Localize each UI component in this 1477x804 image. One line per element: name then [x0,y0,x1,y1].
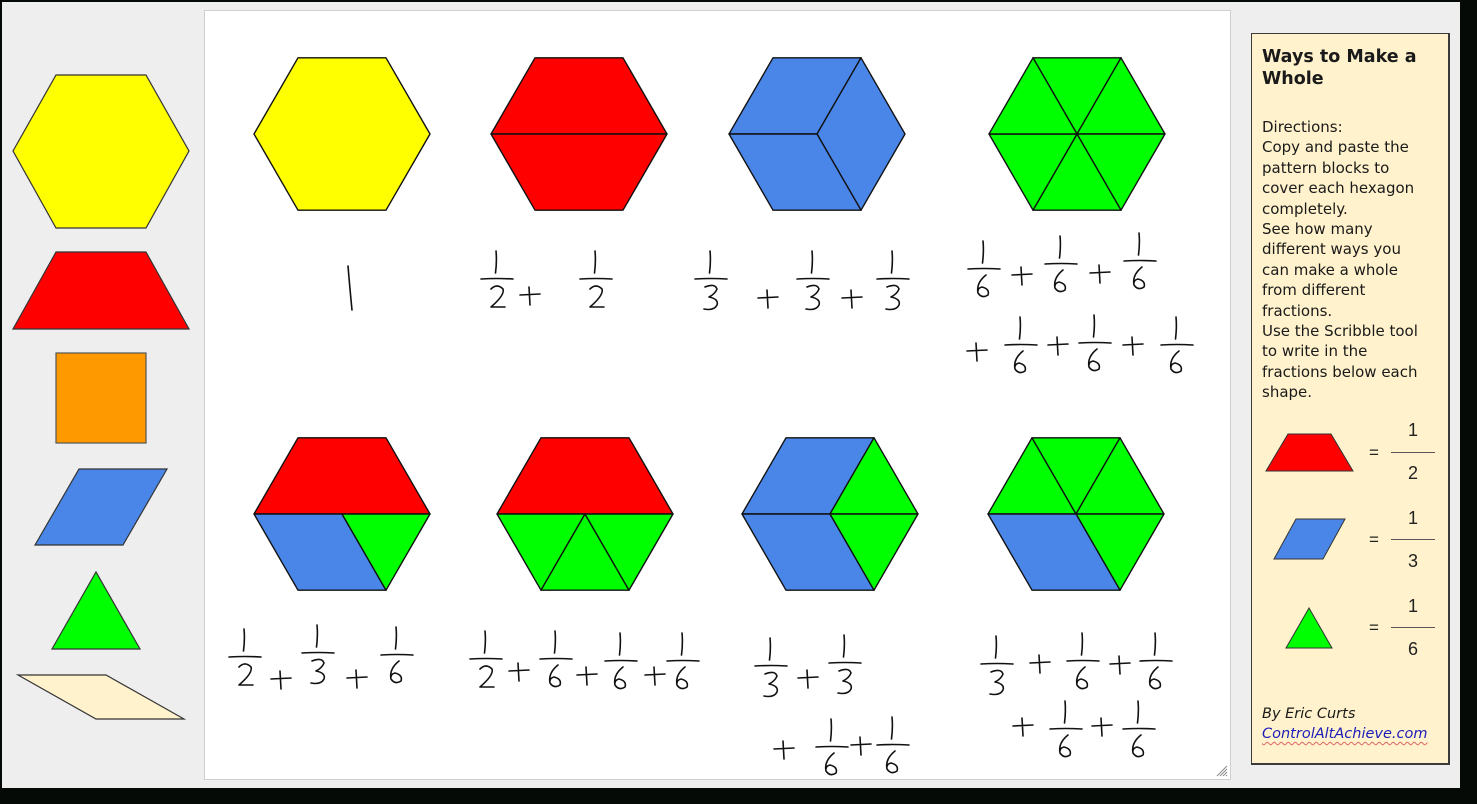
handwritten-fraction [1066,632,1100,690]
legend-equals-sign: = [1369,443,1379,462]
hexagon-composition[interactable] [253,57,431,211]
legend-numerator: 1 [1407,508,1418,528]
legend-trapezoid-shape [1265,433,1354,472]
hexagon-composition[interactable] [490,57,668,211]
handwritten-fraction [1123,232,1157,290]
pattern-block-palette [2,2,204,788]
handwritten-plus-sign [757,289,779,309]
legend-fraction-bar [1391,539,1435,540]
handwritten-plus-sign [270,670,292,690]
legend-denominator: 3 [1407,551,1418,571]
handwritten-plus-sign [1089,264,1111,284]
handwritten-fraction [469,630,503,688]
handwritten-fraction [796,250,830,311]
palette-orange-square[interactable] [55,352,147,444]
handwritten-fraction [876,250,910,311]
handwritten-fraction [480,250,514,308]
handwritten-fraction [579,250,613,308]
legend-equals-sign: = [1369,530,1379,549]
legend-denominator: 6 [1407,639,1418,659]
hexagon-composition[interactable] [253,437,431,591]
handwritten-plus-sign [1091,717,1113,737]
red-pattern-block[interactable] [496,437,674,515]
red-pattern-block[interactable] [490,57,668,135]
credit-author: By Eric Curts [1262,706,1356,722]
instructions-panel: Ways to Make a Whole Directions: Copy an… [1251,33,1450,765]
hexagon-composition[interactable] [496,437,674,591]
handwritten-plus-sign [1047,336,1069,356]
handwritten-fraction [815,718,849,776]
handwritten-plus-sign [850,736,872,756]
handwritten-fraction [754,637,788,698]
credit-block: By Eric Curts ControlAltAchieve.com [1262,704,1427,744]
handwritten-fraction [604,632,638,690]
legend-fraction-bar [1391,452,1435,453]
handwritten-fraction [1122,700,1156,758]
legend-fraction-bar [1391,627,1435,628]
handwritten-fraction [828,634,862,695]
drawing-canvas[interactable] [204,10,1231,780]
handwritten-plus-sign [519,286,541,306]
legend-numerator: 1 [1407,420,1418,440]
handwritten-fraction [1078,314,1112,372]
palette-tan-thin-rhombus[interactable] [15,674,187,720]
handwritten-fraction [967,240,1001,298]
hexagon-composition[interactable] [741,437,919,591]
handwritten-fraction [228,628,262,686]
palette-green-triangle[interactable] [50,570,142,650]
handwritten-fraction [1049,700,1083,758]
drawing-app-window: Ways to Make a Whole Directions: Copy an… [2,2,1460,788]
hexagon-composition[interactable] [988,57,1166,211]
resize-grip-icon[interactable] [1214,763,1228,777]
handwritten-fraction [1044,235,1078,293]
handwritten-fraction [1160,316,1194,374]
legend-numerator: 1 [1407,596,1418,616]
red-pattern-block[interactable] [253,437,431,515]
palette-red-trapezoid[interactable] [11,251,191,330]
handwritten-plus-sign [1029,654,1051,674]
handwritten-plus-sign [1109,655,1131,675]
handwritten-plus-sign [576,666,598,686]
legend-triangle-shape [1285,606,1333,649]
handwritten-plus-sign [797,669,819,689]
handwritten-plus-sign [1012,717,1034,737]
legend-rhombus-shape [1273,518,1346,560]
hexagon-composition[interactable] [987,437,1165,591]
yellow-pattern-block[interactable] [253,57,431,211]
palette-blue-rhombus[interactable] [33,468,169,546]
credit-website-link[interactable]: ControlAltAchieve.com [1262,724,1427,744]
handwritten-fraction [539,630,573,688]
handwritten-plus-sign [644,666,666,686]
fraction-legend: = 1 2 = 1 3 = 1 6 [1252,34,1451,766]
handwritten-plus-sign [346,669,368,689]
handwritten-fraction [301,624,335,685]
handwritten-number [347,265,353,311]
handwritten-fraction [1139,632,1173,690]
handwritten-fraction [980,635,1014,696]
handwritten-fraction [876,716,910,774]
handwritten-plus-sign [1122,336,1144,356]
handwritten-fraction [1004,316,1038,374]
palette-yellow-hexagon[interactable] [12,74,190,229]
handwritten-plus-sign [508,662,530,682]
legend-denominator: 2 [1407,463,1418,483]
canvas-svg [228,57,1194,776]
handwritten-fraction [694,250,728,311]
red-pattern-block[interactable] [490,133,668,211]
handwritten-plus-sign [966,342,988,362]
palette-svg [11,74,191,720]
handwritten-fraction [666,632,700,690]
hexagon-composition[interactable] [728,57,906,211]
handwritten-plus-sign [841,289,863,309]
handwritten-plus-sign [1011,266,1033,286]
legend-equals-sign: = [1369,618,1379,637]
handwritten-plus-sign [773,740,795,760]
handwritten-fraction [380,626,414,684]
